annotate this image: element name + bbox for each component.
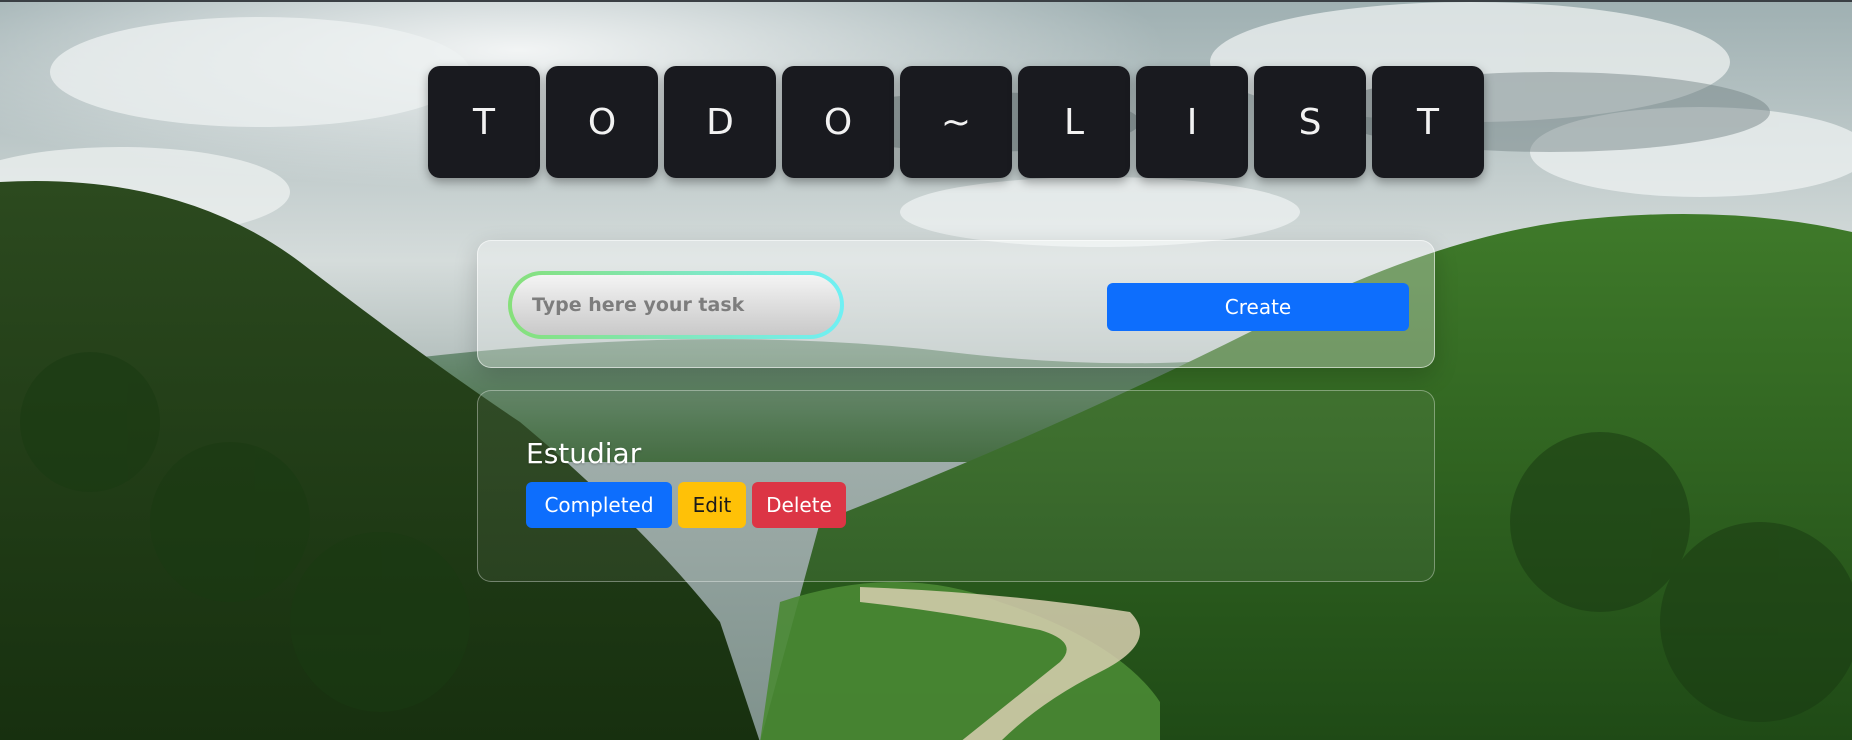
completed-button[interactable]: Completed xyxy=(526,482,672,528)
create-button[interactable]: Create xyxy=(1107,283,1409,331)
title-tile: I xyxy=(1136,66,1248,178)
title-tile: T xyxy=(428,66,540,178)
title-tile: D xyxy=(664,66,776,178)
task-name: Estudiar xyxy=(526,437,642,470)
task-item: Estudiar Completed Edit Delete xyxy=(526,437,846,528)
title-tile: O xyxy=(546,66,658,178)
title-tile: O xyxy=(782,66,894,178)
delete-button[interactable]: Delete xyxy=(752,482,846,528)
title-tile: S xyxy=(1254,66,1366,178)
task-list: Estudiar Completed Edit Delete xyxy=(477,390,1435,582)
title-tiles: T O D O ~ L I S T xyxy=(428,66,1484,178)
edit-button[interactable]: Edit xyxy=(678,482,746,528)
task-input[interactable] xyxy=(508,271,844,339)
title-tile: L xyxy=(1018,66,1130,178)
task-actions: Completed Edit Delete xyxy=(526,482,846,528)
title-tile: ~ xyxy=(900,66,1012,178)
app-viewport: T O D O ~ L I S T Create Estudiar Comple… xyxy=(0,0,1852,740)
task-form: Create xyxy=(477,240,1435,368)
title-tile: T xyxy=(1372,66,1484,178)
